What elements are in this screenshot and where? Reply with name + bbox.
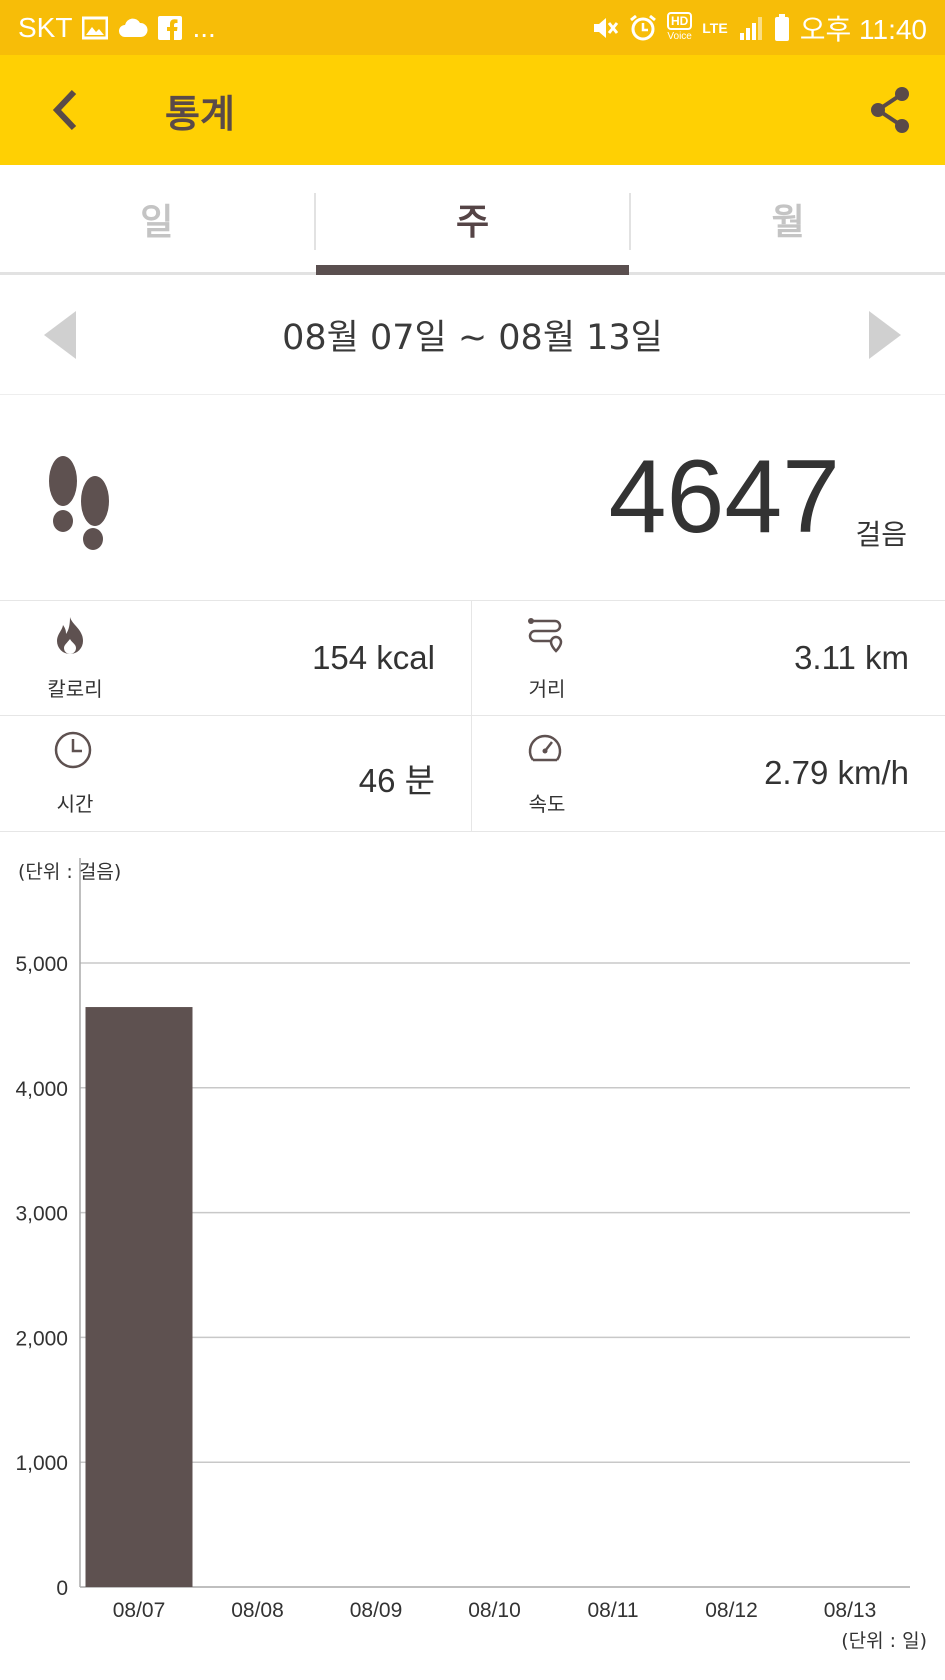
stat-distance: 거리 3.11 km: [472, 601, 945, 716]
y-tick-label: 3,000: [15, 1203, 68, 1226]
y-tick-label: 4,000: [15, 1078, 68, 1101]
x-tick-label: 08/07: [113, 1599, 166, 1622]
clock-icon: [54, 731, 92, 769]
tab-week[interactable]: 주: [315, 165, 630, 275]
x-tick-label: 08/11: [588, 1599, 639, 1622]
triangle-right-icon: [869, 310, 901, 359]
distance-label: 거리: [528, 677, 566, 701]
route-icon: [528, 618, 563, 653]
lte-icon: LTE: [702, 19, 728, 36]
y-tick-label: 2,000: [15, 1327, 68, 1350]
y-tick-label: 0: [56, 1577, 68, 1600]
stat-time: 시간 46 분: [0, 716, 472, 832]
speedometer-icon: [528, 734, 562, 762]
bar-chart: 0 1,000 2,000 3,000 4,000 5,000 08/07 08/08 08/0…: [15, 858, 910, 1622]
y-tick-label: 1,000: [15, 1452, 68, 1475]
footprints-icon: [49, 456, 109, 550]
y-tick-label: 5,000: [15, 953, 68, 976]
share-icon: [871, 87, 909, 133]
previous-period-button[interactable]: [0, 275, 120, 395]
steps-count: 4647: [608, 439, 840, 555]
app-bar: 통계: [0, 55, 945, 165]
time-label: 시간: [56, 792, 94, 816]
x-tick-label: 08/08: [231, 1599, 284, 1622]
share-button[interactable]: [835, 55, 945, 165]
triangle-left-icon: [44, 310, 76, 359]
gallery-icon: [82, 16, 109, 39]
next-period-button[interactable]: [825, 275, 945, 395]
battery-icon: [774, 13, 789, 41]
date-navigation: 08월 07일 ~ 08월 13일: [0, 275, 945, 395]
distance-value: 3.11 km: [794, 639, 909, 676]
speed-label: 속도: [528, 792, 566, 816]
tab-day[interactable]: 일: [0, 165, 314, 272]
tab-month[interactable]: 월: [631, 165, 945, 272]
x-unit-label: (단위 : 일): [841, 1630, 927, 1652]
period-tabs: 일 주 월: [0, 165, 945, 275]
stat-calories: 칼로리 154 kcal: [0, 601, 472, 716]
x-tick-label: 08/09: [350, 1599, 403, 1622]
mute-icon: [593, 17, 619, 38]
x-tick-label: 08/10: [468, 1599, 521, 1622]
hd-voice-icon: HD Voice: [666, 11, 693, 42]
calories-label: 칼로리: [47, 677, 103, 701]
alarm-icon: [630, 14, 656, 40]
more-notifications: ...: [192, 11, 216, 43]
flame-icon: [57, 617, 83, 654]
stat-speed: 속도 2.79 km/h: [472, 716, 945, 832]
speed-value: 2.79 km/h: [764, 754, 909, 791]
x-tick-label: 08/13: [824, 1599, 877, 1622]
chevron-left-icon: [52, 89, 77, 131]
page-title: 통계: [165, 91, 235, 136]
status-bar: SKT ... HD Voice LTE 오후 11:40: [0, 0, 945, 55]
clock-time: 오후 11:40: [799, 13, 927, 45]
bar: [85, 1007, 193, 1587]
calories-value: 154 kcal: [312, 639, 435, 676]
carrier-label: SKT: [18, 11, 73, 43]
back-button[interactable]: [0, 55, 130, 165]
facebook-icon: [158, 15, 183, 40]
signal-icon: [739, 16, 762, 40]
cloud-icon: [119, 18, 148, 37]
steps-chart: (단위 : 걸음) 0 1,000 2,000 3,000 4,000 5,000 08/0…: [0, 833, 945, 1680]
date-range-label: 08월 07일 ~ 08월 13일: [282, 318, 663, 358]
time-value: 46 분: [358, 762, 435, 799]
stats-grid: 칼로리 154 kcal 거리 3.11 km 시간 46 분 속도 2.79 …: [0, 601, 945, 833]
steps-unit: 걸음: [855, 518, 907, 551]
x-tick-label: 08/12: [705, 1599, 758, 1622]
steps-summary: 4647 걸음: [0, 395, 945, 601]
